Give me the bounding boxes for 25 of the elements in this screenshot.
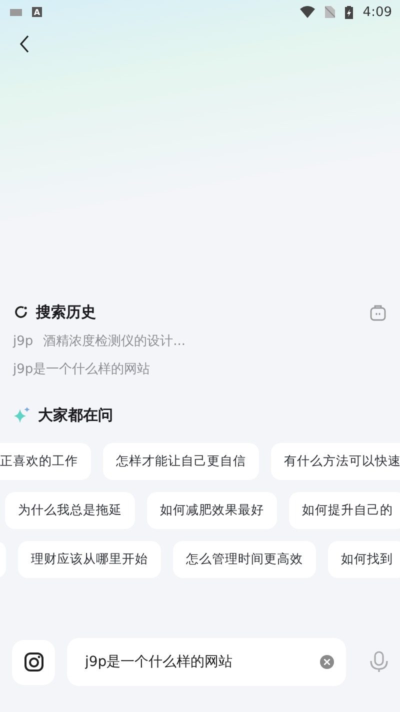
microphone-icon[interactable] <box>370 651 388 673</box>
section-title: 大家都在问 <box>38 406 113 424</box>
wifi-icon <box>300 6 315 18</box>
camera-icon <box>24 652 44 672</box>
question-chip[interactable]: 怎么管理时间更高效 <box>173 541 316 578</box>
search-field[interactable]: j9p是一个什么样的网站 <box>83 653 320 671</box>
question-chip[interactable]: 为什么我总是拖延 <box>5 492 135 529</box>
search-bar[interactable]: j9p是一个什么样的网站 <box>67 638 346 686</box>
section-title: 搜索历史 <box>36 302 96 322</box>
no-sim-icon <box>324 6 335 18</box>
question-chip[interactable]: 如何减肥效果最好 <box>147 492 277 529</box>
keyboard-badge: A <box>32 7 42 17</box>
battery-icon <box>344 6 353 18</box>
question-chip[interactable]: 怎样才能让自己更自信 <box>103 443 259 480</box>
question-chip[interactable]: 正喜欢的工作 <box>0 443 91 480</box>
question-chip[interactable]: 有什么方法可以快速 <box>271 443 400 480</box>
question-chip[interactable]: 如何找到 <box>328 541 400 578</box>
sparkle-icon <box>14 407 30 423</box>
status-time: 4:09 <box>362 4 392 20</box>
clear-icon[interactable] <box>320 655 334 669</box>
camera-button[interactable] <box>12 640 55 684</box>
question-chip[interactable]: 如何提升自己的 <box>289 492 400 529</box>
question-chip[interactable]: 理财应该从哪里开始 <box>18 541 161 578</box>
back-icon <box>20 35 30 53</box>
history-icon <box>14 305 28 319</box>
